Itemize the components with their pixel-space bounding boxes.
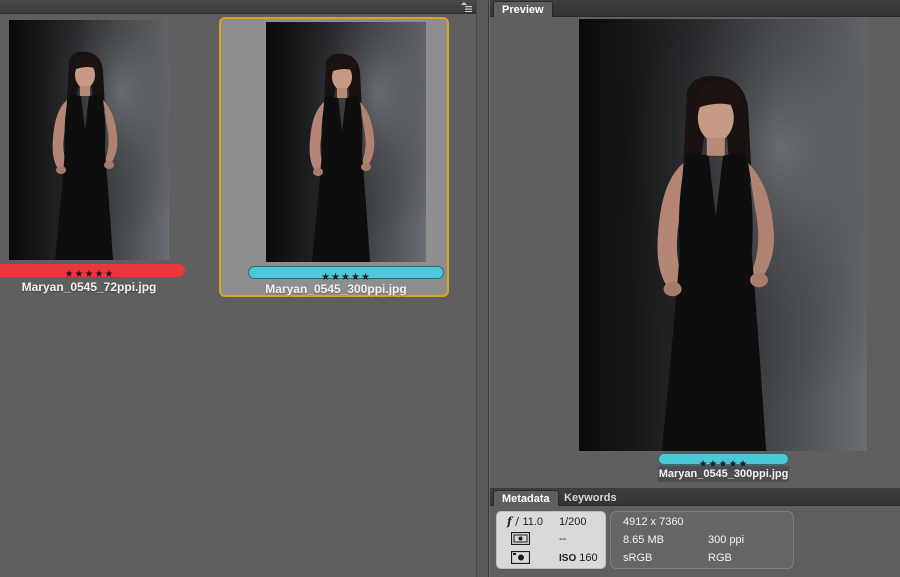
thumbnail-item[interactable]: ★★★★★ Maryan_0545_72ppi.jpg — [0, 17, 204, 297]
resolution: 300 ppi — [708, 534, 745, 546]
metering-mode-icon — [511, 532, 530, 545]
content-panel-header — [0, 0, 476, 14]
camera-data-card: f / 11.0 1/200 -- ISO 160 — [496, 511, 606, 569]
color-label-bar[interactable]: ★★★★★ — [0, 264, 185, 280]
preview-tabbar: Preview — [490, 0, 900, 17]
thumbnail-filename[interactable]: Maryan_0545_72ppi.jpg — [0, 280, 204, 294]
thumbnail-image — [266, 22, 426, 262]
star-rating[interactable]: ★★★★★ — [65, 269, 115, 280]
metering-value: -- — [559, 533, 567, 545]
file-size: 8.65 MB — [623, 534, 664, 546]
color-profile: sRGB — [623, 552, 653, 564]
color-label-bar[interactable]: ★★★★★ — [248, 266, 444, 283]
metadata-panel: Metadata Keywords f / 11.0 1/200 -- ISO … — [490, 488, 900, 577]
preview-filename: Maryan_0545_300ppi.jpg — [658, 466, 789, 482]
panel-menu-icon[interactable] — [460, 1, 472, 12]
preview-color-label-bar[interactable]: ★★★★★ — [658, 453, 789, 470]
content-panel: ★★★★★ Maryan_0545_72ppi.jpg ★★★★★ Maryan… — [0, 0, 476, 577]
aperture-value: f / 11.0 — [507, 515, 544, 528]
image-dimensions: 4912 x 7360 — [623, 516, 684, 528]
camera-mode-icon — [511, 551, 530, 564]
thumbnail-filename[interactable]: Maryan_0545_300ppi.jpg — [221, 282, 451, 296]
color-mode: RGB — [708, 552, 732, 564]
preview-image[interactable] — [579, 19, 867, 451]
iso-value: ISO 160 — [559, 552, 598, 564]
shutter-speed: 1/200 — [559, 516, 587, 528]
tab-preview[interactable]: Preview — [493, 1, 553, 17]
metadata-tabbar: Metadata Keywords — [490, 489, 900, 506]
tab-metadata[interactable]: Metadata — [493, 490, 559, 506]
tab-keywords[interactable]: Keywords — [556, 490, 625, 506]
thumbnail-item-selected[interactable]: ★★★★★ Maryan_0545_300ppi.jpg — [219, 17, 449, 297]
panel-splitter[interactable] — [476, 0, 490, 577]
preview-panel: Preview ★★★★★ Maryan_0545_300ppi.jpg — [490, 0, 900, 488]
bridge-window: ★★★★★ Maryan_0545_72ppi.jpg ★★★★★ Maryan… — [0, 0, 900, 577]
file-properties-card: 4912 x 7360 8.65 MB 300 ppi sRGB RGB — [610, 511, 794, 569]
thumbnail-image — [9, 20, 169, 260]
